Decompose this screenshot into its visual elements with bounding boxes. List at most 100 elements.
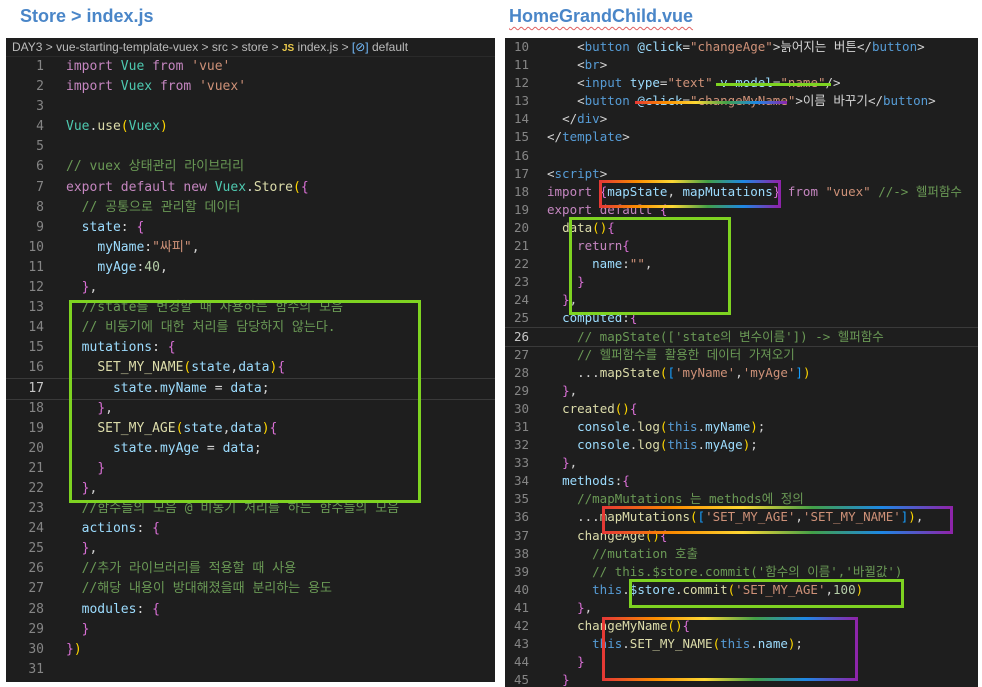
code-text: export default new Vuex.Store({ — [66, 179, 309, 195]
code-line[interactable]: 19 export default { — [505, 201, 978, 219]
code-line[interactable]: 44 } — [505, 653, 978, 671]
code-line[interactable]: 24 actions: { — [6, 519, 495, 539]
code-line[interactable]: 22 name:"", — [505, 255, 978, 273]
code-text: }, — [562, 455, 578, 471]
code-line[interactable]: 29 } — [6, 620, 495, 640]
breadcrumb-folder-store[interactable]: store — [242, 40, 269, 54]
breadcrumb-folder-src[interactable]: src — [212, 40, 228, 54]
code-line[interactable]: 32 console.log(this.myAge); — [505, 436, 978, 454]
left-editor-panel: DAY3 > vue-starting-template-vuex > src … — [6, 38, 495, 682]
code-line[interactable]: 23 } — [505, 273, 978, 291]
code-line[interactable]: 23 //함수들의 모음 @ 비동기 처리를 하는 함수들의 모음 — [6, 499, 495, 519]
code-line[interactable]: 6 // vuex 상태관리 라이브러리 — [6, 157, 495, 177]
code-line[interactable]: 9 state: { — [6, 218, 495, 238]
right-code-area[interactable]: 10 <button @click="changeAge">늙어지는 버튼</b… — [505, 38, 978, 687]
code-text: import Vue from 'vue' — [66, 59, 231, 74]
code-text: <input type="text" v-model="name"/> — [577, 75, 841, 91]
line-number: 44 — [513, 654, 529, 670]
line-number: 17 — [513, 165, 529, 181]
code-text: created(){ — [562, 400, 638, 416]
code-line[interactable]: 34 methods:{ — [505, 472, 978, 490]
code-line[interactable]: 15 mutations: { — [6, 338, 495, 358]
code-line[interactable]: 13 //state를 변경할 때 사용하는 함수의 모음 — [6, 298, 495, 318]
code-line[interactable]: 43 this.SET_MY_NAME(this.name); — [505, 635, 978, 653]
code-text: //추가 라이브러리를 적용할 때 사용 — [81, 561, 297, 577]
code-line[interactable]: 35 //mapMutations 는 methods에 정의 — [505, 490, 978, 508]
code-line[interactable]: 26 // mapState(['state의 변수이름']) -> 헬퍼함수 — [505, 326, 978, 347]
code-line[interactable]: 21 } — [6, 459, 495, 479]
line-number: 24 — [28, 521, 44, 537]
line-number: 28 — [28, 601, 44, 617]
code-line[interactable]: 7 export default new Vuex.Store({ — [6, 178, 495, 198]
left-code-area[interactable]: 1 import Vue from 'vue' 2 import Vuex from … — [6, 57, 495, 680]
code-line[interactable]: 22 }, — [6, 479, 495, 499]
code-line[interactable]: 18 }, — [6, 399, 495, 419]
code-line[interactable]: 11 myAge:40, — [6, 258, 495, 278]
code-line[interactable]: 45 } — [505, 671, 978, 687]
code-line[interactable]: 16 SET_MY_NAME(state,data){ — [6, 358, 495, 378]
code-line[interactable]: 42 changeMyName(){ — [505, 617, 978, 635]
code-line[interactable]: 20 data(){ — [505, 219, 978, 237]
left-heading: Store > index.js — [20, 6, 154, 26]
code-line[interactable]: 28 ...mapState(['myName','myAge']) — [505, 364, 978, 382]
code-line[interactable]: 3 — [6, 97, 495, 117]
code-line[interactable]: 31 — [6, 660, 495, 680]
code-line[interactable]: 37 changeAge(){ — [505, 527, 978, 545]
code-line[interactable]: 30 created(){ — [505, 400, 978, 418]
code-line[interactable]: 17 state.myName = data; — [6, 377, 495, 400]
code-line[interactable]: 40 this.$store.commit('SET_MY_AGE',100) — [505, 581, 978, 599]
line-number: 19 — [28, 420, 44, 436]
code-line[interactable]: 14 // 비동기에 대한 처리를 담당하지 않는다. — [6, 318, 495, 338]
code-line[interactable]: 12 }, — [6, 278, 495, 298]
code-line[interactable]: 19 SET_MY_AGE(state,data){ — [6, 419, 495, 439]
breadcrumb-file[interactable]: index.js — [298, 40, 339, 54]
code-line[interactable]: 26 //추가 라이브러리를 적용할 때 사용 — [6, 559, 495, 579]
code-line[interactable]: 31 console.log(this.myName); — [505, 418, 978, 436]
code-line[interactable]: 4 Vue.use(Vuex) — [6, 117, 495, 137]
code-text: </div> — [562, 111, 608, 127]
breadcrumb-symbol[interactable]: default — [372, 40, 408, 54]
line-number: 14 — [28, 320, 44, 336]
code-text: }, — [81, 541, 98, 557]
code-text: }, — [577, 599, 593, 615]
code-line[interactable]: 13 <button @click="changeMyName">이름 바꾸기<… — [505, 92, 978, 110]
code-line[interactable]: 25 }, — [6, 539, 495, 559]
code-line[interactable]: 30}) — [6, 640, 495, 660]
code-line[interactable]: 20 state.myAge = data; — [6, 439, 495, 459]
code-line[interactable]: 33 }, — [505, 454, 978, 472]
code-line[interactable]: 10 <button @click="changeAge">늙어지는 버튼</b… — [505, 38, 978, 56]
code-line[interactable]: 36 ...mapMutations(['SET_MY_AGE','SET_MY… — [505, 508, 978, 526]
code-line[interactable]: 11 <br> — [505, 56, 978, 74]
code-line[interactable]: 8 // 공통으로 관리할 데이터 — [6, 198, 495, 218]
code-line[interactable]: 24 }, — [505, 291, 978, 309]
code-line[interactable]: 1 import Vue from 'vue' — [6, 57, 495, 77]
code-line[interactable]: 15 </template> — [505, 128, 978, 146]
code-line[interactable]: 39 // this.$store.commit('함수의 이름','바뀔값') — [505, 563, 978, 581]
code-line[interactable]: 41 }, — [505, 599, 978, 617]
code-line[interactable]: 21 return{ — [505, 237, 978, 255]
breadcrumb-folder-day3[interactable]: DAY3 — [12, 40, 42, 54]
code-line[interactable]: 12 <input type="text" v-model="name"/> — [505, 74, 978, 92]
line-number: 15 — [28, 340, 44, 356]
code-line[interactable]: 38 //mutation 호출 — [505, 545, 978, 563]
code-line[interactable]: 25 computed:{ — [505, 309, 978, 327]
code-line[interactable]: 2 import Vuex from 'vuex' — [6, 77, 495, 97]
line-number: 32 — [513, 437, 529, 453]
code-line[interactable]: 5 — [6, 137, 495, 157]
breadcrumb-folder-template[interactable]: vue-starting-template-vuex — [56, 40, 198, 54]
code-line[interactable]: 10 myName:"싸피", — [6, 238, 495, 258]
code-line[interactable]: 14 </div> — [505, 110, 978, 128]
code-text: <button @click="changeAge">늙어지는 버튼</butt… — [577, 39, 925, 54]
code-line[interactable]: 27 // 헬퍼함수를 활용한 데이터 가져오기 — [505, 346, 978, 364]
line-number: 19 — [513, 201, 529, 217]
code-text: state: { — [81, 219, 145, 235]
code-text: //함수들의 모음 @ 비동기 처리를 하는 함수들의 모음 — [81, 501, 400, 517]
code-line[interactable]: 28 modules: { — [6, 600, 495, 620]
code-line[interactable]: 27 //해당 내용이 방대해졌을때 분리하는 용도 — [6, 579, 495, 599]
code-text: import Vuex from 'vuex' — [66, 79, 247, 95]
code-line[interactable]: 17 <script> — [505, 165, 978, 183]
code-line[interactable]: 29 }, — [505, 382, 978, 400]
code-line[interactable]: 16 — [505, 147, 978, 165]
code-line[interactable]: 18 import {mapState, mapMutations} from "… — [505, 183, 978, 201]
line-number: 18 — [28, 400, 44, 416]
